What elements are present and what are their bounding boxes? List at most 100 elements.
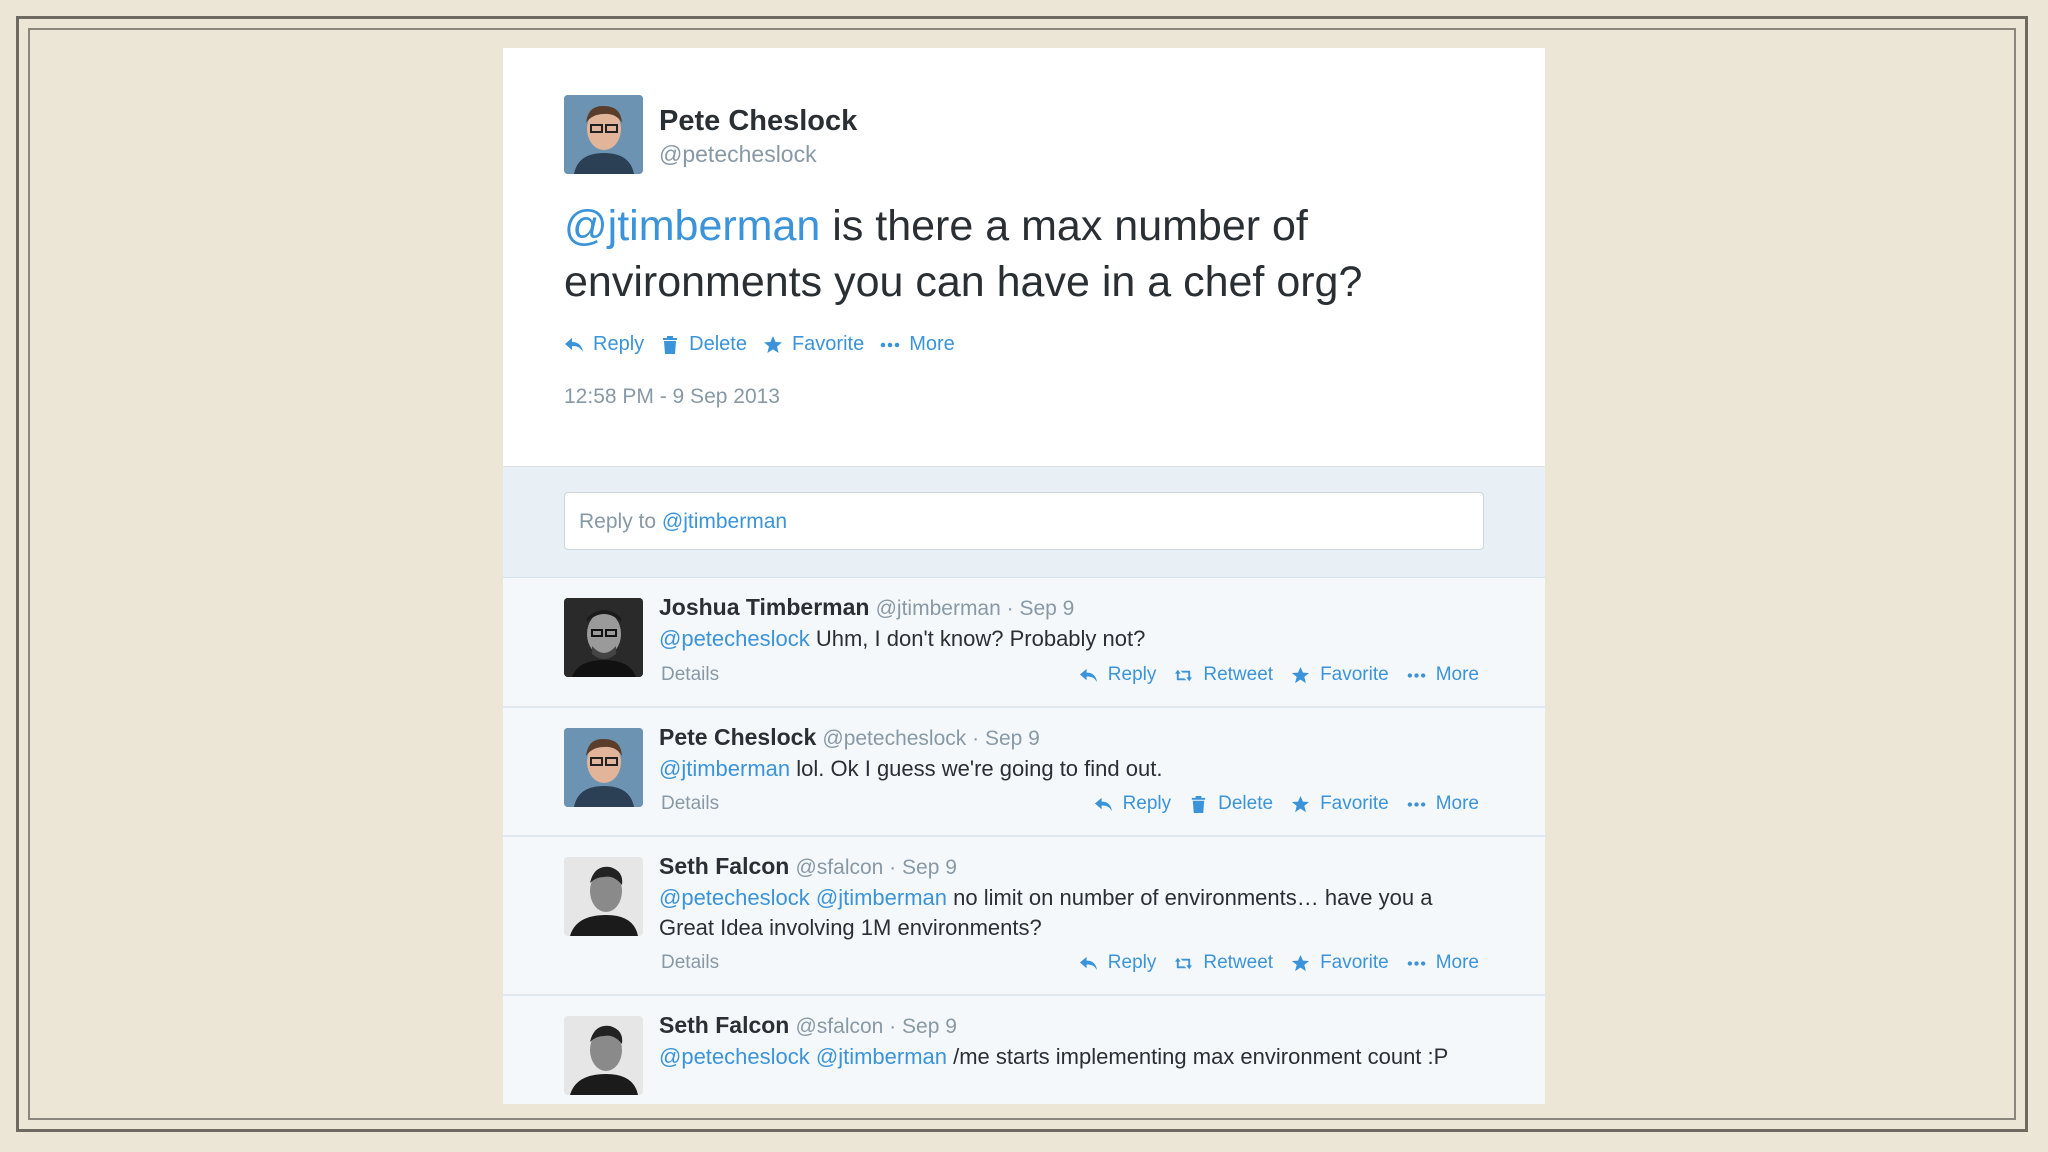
avatar[interactable] — [564, 598, 643, 677]
reply-label: Reply — [593, 333, 645, 355]
retweet-label: Retweet — [1203, 664, 1274, 685]
trash-icon — [660, 335, 680, 355]
tweet-actions: Reply Retweet Favorite More — [1061, 952, 1479, 974]
avatar[interactable] — [564, 857, 643, 936]
author-name[interactable]: Pete Cheslock — [659, 724, 816, 750]
reply-label: Reply — [1107, 952, 1157, 973]
reply-tweet: Seth Falcon @sfalcon · Sep 9 @petecheslo… — [503, 837, 1545, 996]
more-button[interactable]: More — [1407, 793, 1479, 815]
details-link[interactable]: Details — [661, 793, 719, 815]
tweet-actions: Reply Delete Favorite More — [1076, 793, 1479, 815]
reply-header: Seth Falcon @sfalcon · Sep 9 — [659, 1012, 957, 1039]
favorite-button[interactable]: Favorite — [1291, 793, 1389, 815]
reply-input[interactable]: Reply to @jtimberman — [564, 492, 1484, 550]
reply-text: @petecheslock @jtimberman /me starts imp… — [659, 1042, 1489, 1072]
author-name[interactable]: Seth Falcon — [659, 853, 789, 879]
reply-header: Pete Cheslock @petecheslock · Sep 9 — [659, 724, 1040, 751]
retweet-icon — [1174, 954, 1193, 973]
more-dots-icon — [880, 335, 900, 355]
more-button[interactable]: More — [880, 333, 955, 356]
more-label: More — [1435, 793, 1479, 814]
reply-icon — [1079, 666, 1098, 685]
author-handle[interactable]: @sfalcon — [795, 1015, 883, 1038]
reply-text: @petecheslock @jtimberman no limit on nu… — [659, 883, 1489, 943]
reply-tweet: Joshua Timberman @jtimberman · Sep 9 @pe… — [503, 578, 1545, 708]
more-button[interactable]: More — [1407, 952, 1479, 974]
retweet-label: Retweet — [1203, 952, 1274, 973]
tweet-text: @jtimberman is there a max number of env… — [564, 198, 1464, 310]
star-icon — [763, 335, 783, 355]
reply-button[interactable]: Reply — [1079, 664, 1157, 686]
details-link[interactable]: Details — [661, 952, 719, 974]
retweet-button[interactable]: Retweet — [1174, 952, 1273, 974]
favorite-button[interactable]: Favorite — [1291, 952, 1389, 974]
favorite-label: Favorite — [1320, 793, 1389, 814]
delete-label: Delete — [689, 333, 747, 355]
reply-placeholder: Reply to — [579, 510, 662, 533]
reply-mention: @jtimberman — [661, 510, 788, 533]
author-name[interactable]: Joshua Timberman — [659, 594, 869, 620]
tweet-actions: Reply Delete Favorite More — [564, 333, 971, 356]
avatar[interactable] — [564, 728, 643, 807]
reply-icon — [564, 335, 584, 355]
reply-body: lol. Ok I guess we're going to find out. — [790, 756, 1163, 781]
reply-header: Joshua Timberman @jtimberman · Sep 9 — [659, 594, 1074, 621]
tweet-date[interactable]: · Sep 9 — [1001, 597, 1075, 620]
reply-label: Reply — [1107, 664, 1157, 685]
reply-button[interactable]: Reply — [564, 333, 644, 356]
star-icon — [1291, 666, 1310, 685]
delete-button[interactable]: Delete — [660, 333, 747, 356]
reply-body: /me starts implementing max environment … — [947, 1044, 1449, 1069]
mention-link[interactable]: @petecheslock @jtimberman — [659, 885, 947, 910]
mention-link[interactable]: @jtimberman — [564, 202, 820, 250]
mention-link[interactable]: @petecheslock @jtimberman — [659, 1044, 947, 1069]
more-button[interactable]: More — [1407, 664, 1479, 686]
author-handle[interactable]: @petecheslock — [822, 727, 966, 750]
mention-link[interactable]: @petecheslock — [659, 626, 810, 651]
more-dots-icon — [1407, 954, 1426, 973]
reply-label: Reply — [1122, 793, 1172, 814]
details-link[interactable]: Details — [661, 664, 719, 686]
author-handle[interactable]: @petecheslock — [659, 141, 817, 168]
reply-icon — [1094, 795, 1113, 814]
star-icon — [1291, 795, 1310, 814]
reply-tweet: Seth Falcon @sfalcon · Sep 9 @petecheslo… — [503, 996, 1545, 1104]
author-name[interactable]: Pete Cheslock — [659, 105, 857, 138]
retweet-icon — [1174, 666, 1193, 685]
more-label: More — [1435, 952, 1479, 973]
favorite-button[interactable]: Favorite — [1291, 664, 1389, 686]
avatar[interactable] — [564, 1016, 643, 1095]
tweet-date[interactable]: · Sep 9 — [883, 1015, 957, 1038]
favorite-label: Favorite — [791, 333, 865, 355]
tweet-timestamp[interactable]: 12:58 PM - 9 Sep 2013 — [564, 385, 780, 409]
tweet-actions: Reply Retweet Favorite More — [1061, 664, 1479, 686]
tweet-date[interactable]: · Sep 9 — [883, 856, 957, 879]
more-dots-icon — [1407, 795, 1426, 814]
author-name[interactable]: Seth Falcon — [659, 1012, 789, 1038]
favorite-button[interactable]: Favorite — [763, 333, 864, 356]
author-handle[interactable]: @jtimberman — [876, 597, 1001, 620]
reply-body: Uhm, I don't know? Probably not? — [809, 626, 1146, 651]
reply-header: Seth Falcon @sfalcon · Sep 9 — [659, 853, 957, 880]
author-handle[interactable]: @sfalcon — [795, 856, 883, 879]
retweet-button[interactable]: Retweet — [1174, 664, 1273, 686]
star-icon — [1291, 954, 1310, 973]
favorite-label: Favorite — [1320, 952, 1389, 973]
main-tweet: Pete Cheslock @petecheslock @jtimberman … — [503, 48, 1545, 466]
reply-text: @petecheslock Uhm, I don't know? Probabl… — [659, 624, 1489, 654]
more-label: More — [909, 333, 955, 355]
reply-button[interactable]: Reply — [1094, 793, 1172, 815]
reply-icon — [1079, 954, 1098, 973]
delete-label: Delete — [1218, 793, 1274, 814]
avatar[interactable] — [564, 95, 643, 174]
more-label: More — [1435, 664, 1479, 685]
delete-button[interactable]: Delete — [1189, 793, 1273, 815]
mention-link[interactable]: @jtimberman — [659, 756, 790, 781]
reply-button[interactable]: Reply — [1079, 952, 1157, 974]
tweet-date[interactable]: · Sep 9 — [966, 727, 1040, 750]
reply-compose-area: Reply to @jtimberman — [503, 466, 1545, 578]
trash-icon — [1189, 795, 1208, 814]
favorite-label: Favorite — [1320, 664, 1389, 685]
reply-tweet: Pete Cheslock @petecheslock · Sep 9 @jti… — [503, 708, 1545, 837]
tweet-card: Pete Cheslock @petecheslock @jtimberman … — [503, 48, 1545, 1104]
